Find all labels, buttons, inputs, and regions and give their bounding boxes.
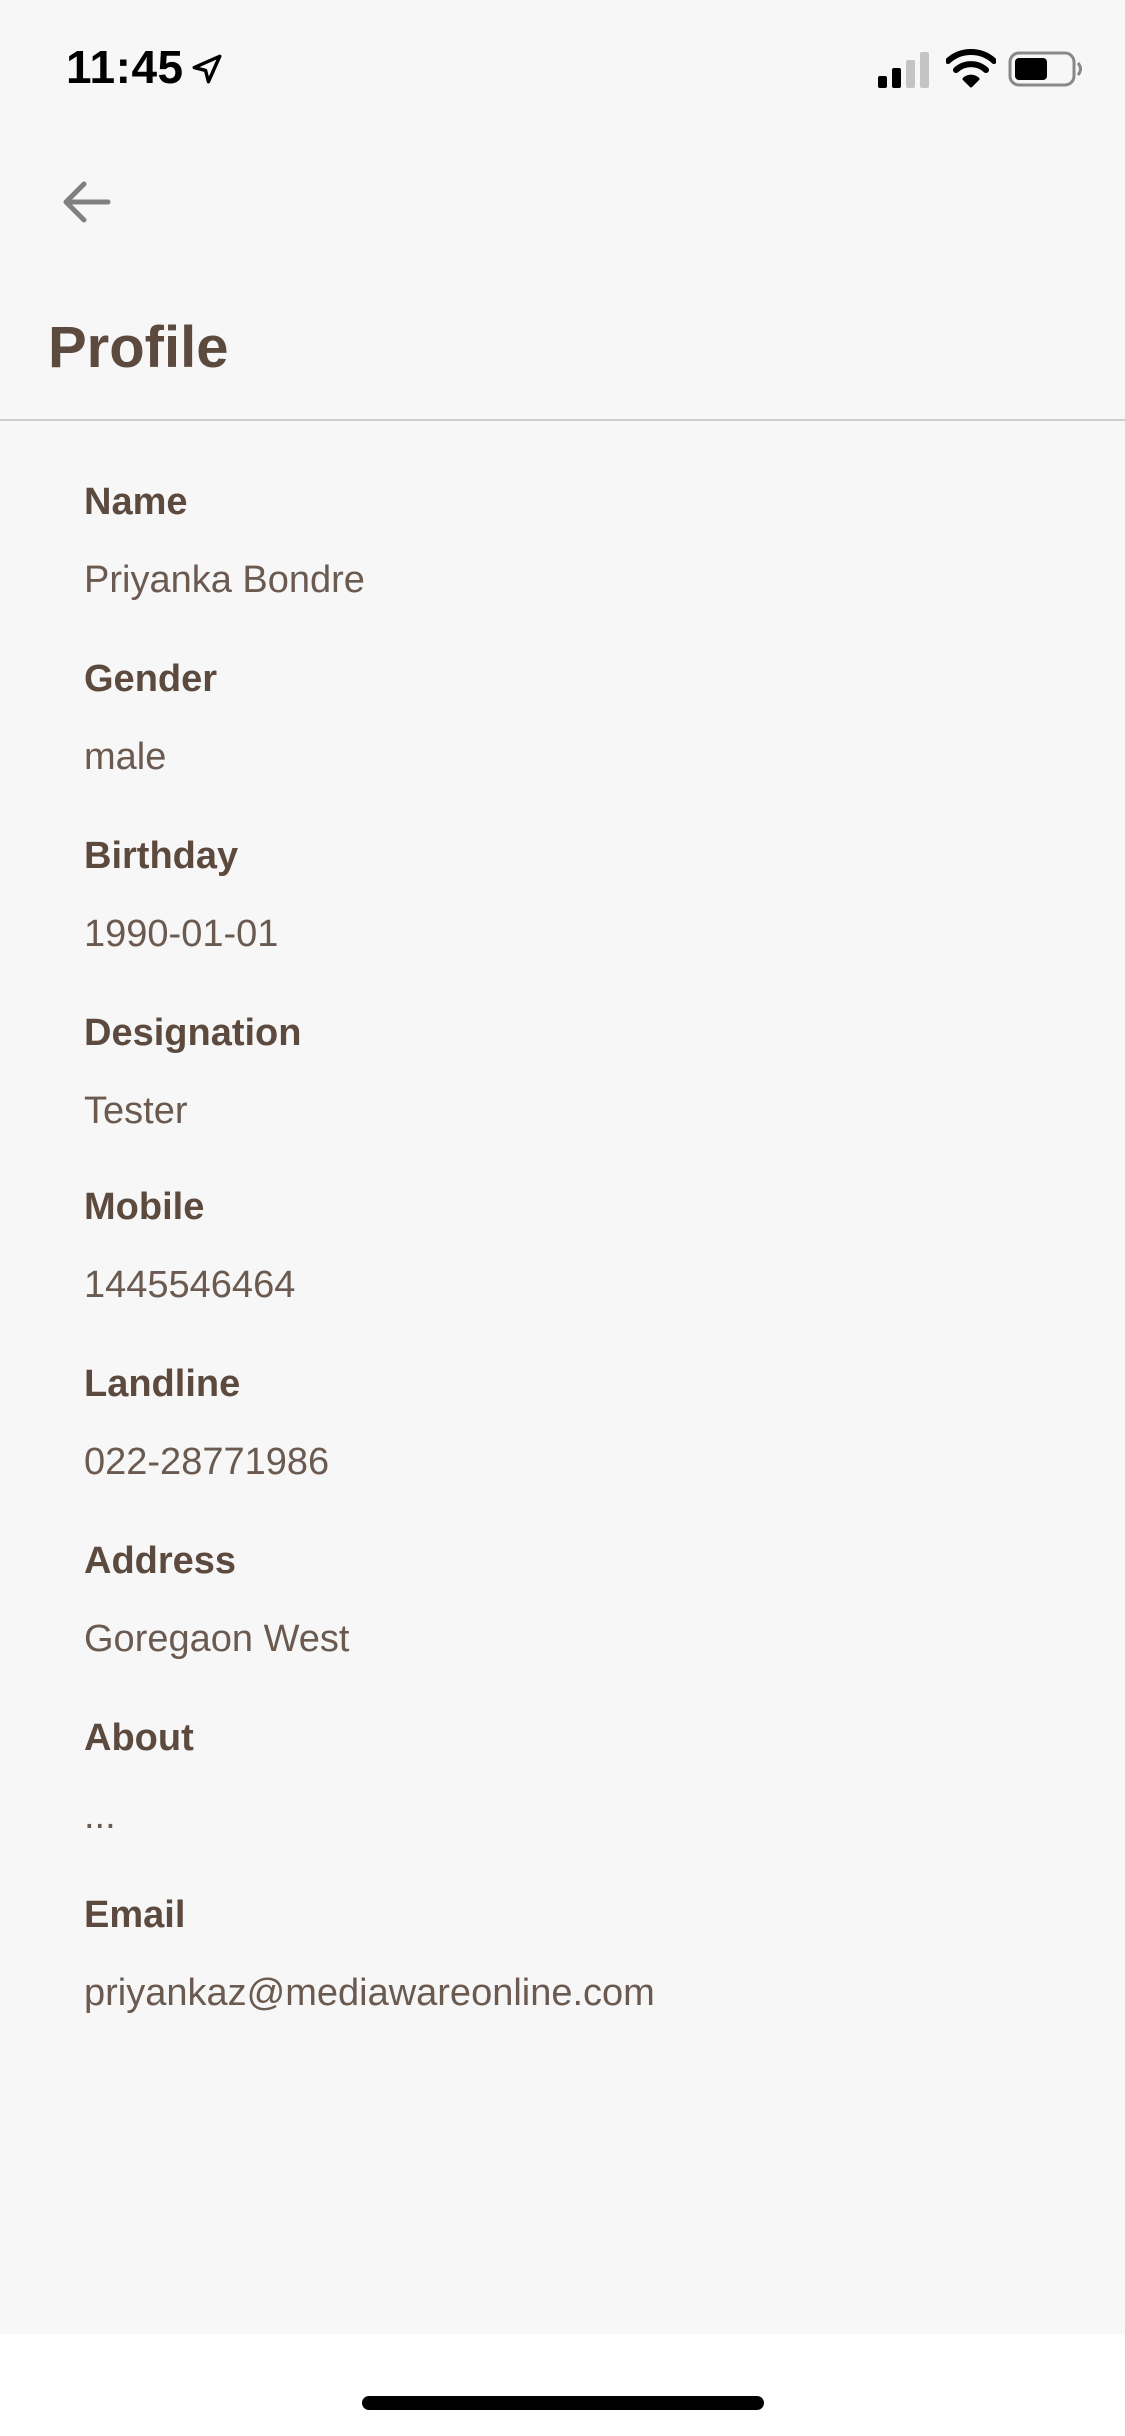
page-title: Profile — [48, 315, 229, 380]
field-value: ... — [84, 1795, 116, 1837]
home-indicator[interactable] — [362, 2396, 764, 2410]
field-mobile: Mobile 1445546464 — [84, 1179, 1084, 1356]
field-name: Name Priyanka Bondre — [84, 474, 1084, 651]
field-value: Goregaon West — [84, 1618, 350, 1660]
home-indicator-area — [0, 2334, 1125, 2436]
field-label: Email — [84, 1894, 186, 1936]
field-label: Mobile — [84, 1186, 205, 1228]
field-value: Priyanka Bondre — [84, 559, 365, 601]
field-label: Landline — [84, 1363, 241, 1405]
field-label: Designation — [84, 1012, 302, 1054]
field-gender: Gender male — [84, 651, 1084, 828]
location-arrow-icon — [192, 54, 222, 84]
profile-fields: Name Priyanka Bondre Gender male Birthda… — [84, 474, 1084, 2064]
arrow-left-icon — [63, 181, 111, 223]
field-about: About ... — [84, 1710, 1084, 1887]
wifi-icon — [946, 49, 996, 88]
field-label: Birthday — [84, 835, 239, 877]
field-landline: Landline 022-28771986 — [84, 1356, 1084, 1533]
field-birthday: Birthday 1990-01-01 — [84, 828, 1084, 1005]
field-value: Tester — [84, 1090, 188, 1132]
field-address: Address Goregaon West — [84, 1533, 1084, 1710]
field-designation: Designation Tester — [84, 1005, 1084, 1179]
field-label: Name — [84, 481, 188, 523]
field-label: About — [84, 1717, 194, 1759]
back-button[interactable] — [44, 160, 128, 244]
field-email: Email priyankaz@mediawareonline.com — [84, 1887, 1084, 2064]
cellular-signal-icon — [878, 52, 929, 88]
field-value: 022-28771986 — [84, 1441, 330, 1483]
field-label: Gender — [84, 658, 218, 700]
battery-icon — [1008, 51, 1082, 87]
field-value: male — [84, 736, 167, 778]
status-time: 11:45 — [66, 41, 184, 93]
field-value: 1445546464 — [84, 1264, 296, 1306]
field-label: Address — [84, 1540, 237, 1582]
field-value: 1990-01-01 — [84, 913, 279, 955]
field-value: priyankaz@mediawareonline.com — [84, 1972, 655, 2014]
status-bar: 11:45 — [0, 0, 1125, 132]
header-divider — [0, 419, 1125, 421]
